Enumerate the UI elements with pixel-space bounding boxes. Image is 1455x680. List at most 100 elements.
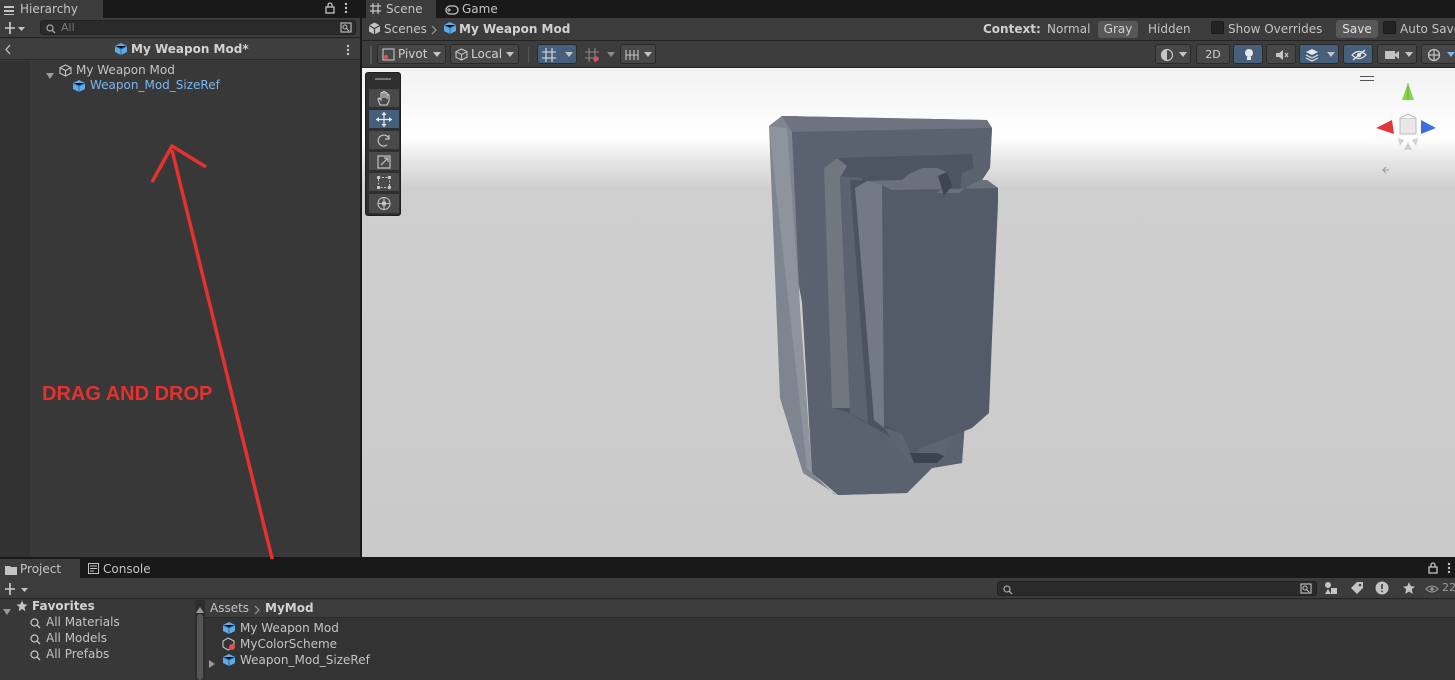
filter-by-type-icon[interactable] — [1324, 581, 1338, 595]
move-tool[interactable] — [369, 110, 399, 129]
search-by-type-icon[interactable] — [340, 22, 353, 34]
filter-by-label-icon[interactable] — [1350, 581, 1364, 595]
transform-tool-palette — [365, 72, 401, 216]
breadcrumb-assets[interactable]: Assets — [210, 600, 249, 617]
tab-hierarchy[interactable]: Hierarchy — [0, 0, 103, 18]
draw-mode-caret-icon — [1179, 52, 1187, 57]
scene-view-panel: Scene Game Scenes My Weapon Mod Context:… — [362, 0, 1455, 557]
toolbar-grip — [370, 46, 372, 64]
hierarchy-toolbar: All — [0, 18, 360, 38]
scroll-up-arrow-icon[interactable] — [196, 602, 204, 613]
show-overrides-checkbox[interactable] — [1211, 21, 1224, 34]
move-arrows-icon — [376, 112, 392, 127]
console-tab-label: Console — [103, 562, 151, 576]
asset-item[interactable]: Weapon_Mod_SizeRef — [205, 652, 1455, 668]
audio-toggle[interactable] — [1266, 44, 1296, 64]
palette-grip[interactable] — [375, 78, 391, 80]
favorite-item[interactable]: All Prefabs — [0, 646, 195, 662]
prefab-cube-icon — [222, 621, 236, 635]
project-toolbar: 22 — [0, 578, 1455, 599]
hierarchy-list-icon — [4, 4, 14, 15]
grid-snap-toggle[interactable] — [537, 44, 577, 64]
increment-snap-icon — [585, 48, 599, 62]
pivot-dropdown[interactable]: Pivot — [377, 44, 446, 64]
foldout-right-arrow-icon[interactable] — [209, 656, 215, 668]
tree-item-root[interactable]: My Weapon Mod — [30, 62, 360, 79]
transform-tool[interactable] — [369, 194, 399, 213]
breadcrumb-scenes[interactable]: Scenes — [384, 18, 427, 40]
2d-label: 2D — [1205, 48, 1221, 61]
console-icon — [88, 563, 99, 574]
search-icon — [1003, 584, 1013, 595]
foldout-arrow-icon[interactable] — [3, 603, 11, 615]
scrollbar-thumb[interactable] — [197, 614, 203, 680]
tree-item-child[interactable]: Weapon_Mod_SizeRef — [30, 77, 360, 93]
ruler-toggle[interactable] — [620, 44, 656, 64]
favorite-item[interactable]: All Models — [0, 630, 195, 646]
context-gray-label: Gray — [1103, 22, 1133, 36]
lighting-toggle[interactable] — [1233, 44, 1263, 64]
asset-item[interactable]: My Weapon Mod — [205, 620, 1455, 636]
hierarchy-panel: Hierarchy All My Weapon Mod* My Weapon M… — [0, 0, 360, 557]
asset-item-label: My Weapon Mod — [240, 621, 339, 635]
favorite-star-icon[interactable] — [1402, 581, 1416, 595]
folder-icon — [5, 564, 17, 575]
scene-hash-icon — [370, 3, 381, 14]
gizmos-dropdown[interactable] — [1421, 44, 1455, 64]
grid-snap-caret-icon — [565, 52, 573, 57]
favorite-item-label: All Materials — [46, 615, 120, 629]
gizmo-menu-icon[interactable] — [1360, 76, 1374, 81]
add-icon[interactable] — [5, 582, 29, 596]
breadcrumb-mymod[interactable]: MyMod — [265, 600, 314, 617]
auto-save-checkbox[interactable] — [1383, 21, 1396, 34]
favorite-item[interactable]: All Materials — [0, 614, 195, 630]
camera-dropdown[interactable] — [1377, 44, 1417, 64]
search-icon — [30, 649, 41, 661]
context-hidden[interactable]: Hidden — [1148, 18, 1191, 40]
hierarchy-search-field[interactable]: All — [40, 20, 356, 35]
foldout-arrow-icon[interactable] — [46, 67, 54, 79]
lightbulb-icon — [1243, 48, 1255, 62]
lock-icon[interactable] — [1428, 562, 1438, 574]
2d-toggle[interactable]: 2D — [1196, 44, 1230, 64]
speaker-muted-icon — [1275, 49, 1289, 61]
warning-filter-icon[interactable] — [1375, 581, 1389, 595]
save-label: Save — [1342, 22, 1372, 36]
back-chevron-icon[interactable] — [4, 44, 12, 55]
kebab-menu-icon[interactable] — [344, 2, 348, 14]
breadcrumb-current[interactable]: My Weapon Mod — [459, 18, 570, 40]
unity-logo-icon — [368, 22, 381, 35]
ruler-caret-icon — [644, 52, 652, 57]
prefab-cube-icon — [72, 79, 86, 93]
scene-visibility-toggle[interactable] — [1343, 44, 1373, 64]
save-button[interactable]: Save — [1336, 20, 1378, 38]
scene-viewport[interactable] — [362, 68, 1455, 557]
context-label: Context: — [983, 22, 1041, 36]
effects-caret-icon — [1327, 52, 1335, 57]
prefab-menu-icon[interactable] — [346, 44, 350, 56]
local-dropdown[interactable]: Local — [450, 44, 519, 64]
gizmos-caret-icon — [1447, 52, 1455, 57]
draw-mode-dropdown[interactable] — [1155, 44, 1191, 64]
effects-dropdown[interactable] — [1299, 44, 1339, 64]
asset-item-label: MyColorScheme — [240, 637, 338, 651]
favorites-scrollbar[interactable] — [195, 600, 205, 680]
context-gray-button[interactable]: Gray — [1098, 21, 1138, 38]
hand-tool[interactable] — [369, 89, 399, 108]
visibility-eye-icon[interactable] — [1425, 583, 1439, 593]
weapon-mod-model[interactable] — [362, 68, 1455, 557]
asset-item[interactable]: MyColorScheme — [205, 636, 1455, 652]
rotate-tool[interactable] — [369, 131, 399, 150]
orientation-gizmo[interactable] — [1374, 78, 1444, 178]
project-search-field[interactable] — [997, 581, 1317, 596]
scale-tool[interactable] — [369, 152, 399, 171]
kebab-menu-icon[interactable] — [1447, 562, 1451, 574]
lock-icon[interactable] — [325, 2, 335, 14]
context-normal[interactable]: Normal — [1047, 18, 1090, 40]
add-icon[interactable] — [5, 21, 25, 35]
search-by-type-icon[interactable] — [1300, 583, 1313, 595]
favorites-header[interactable]: Favorites — [0, 598, 195, 615]
increment-snap-toggle[interactable] — [582, 44, 618, 64]
rect-tool[interactable] — [369, 173, 399, 192]
auto-save-label: Auto Save — [1400, 22, 1455, 36]
